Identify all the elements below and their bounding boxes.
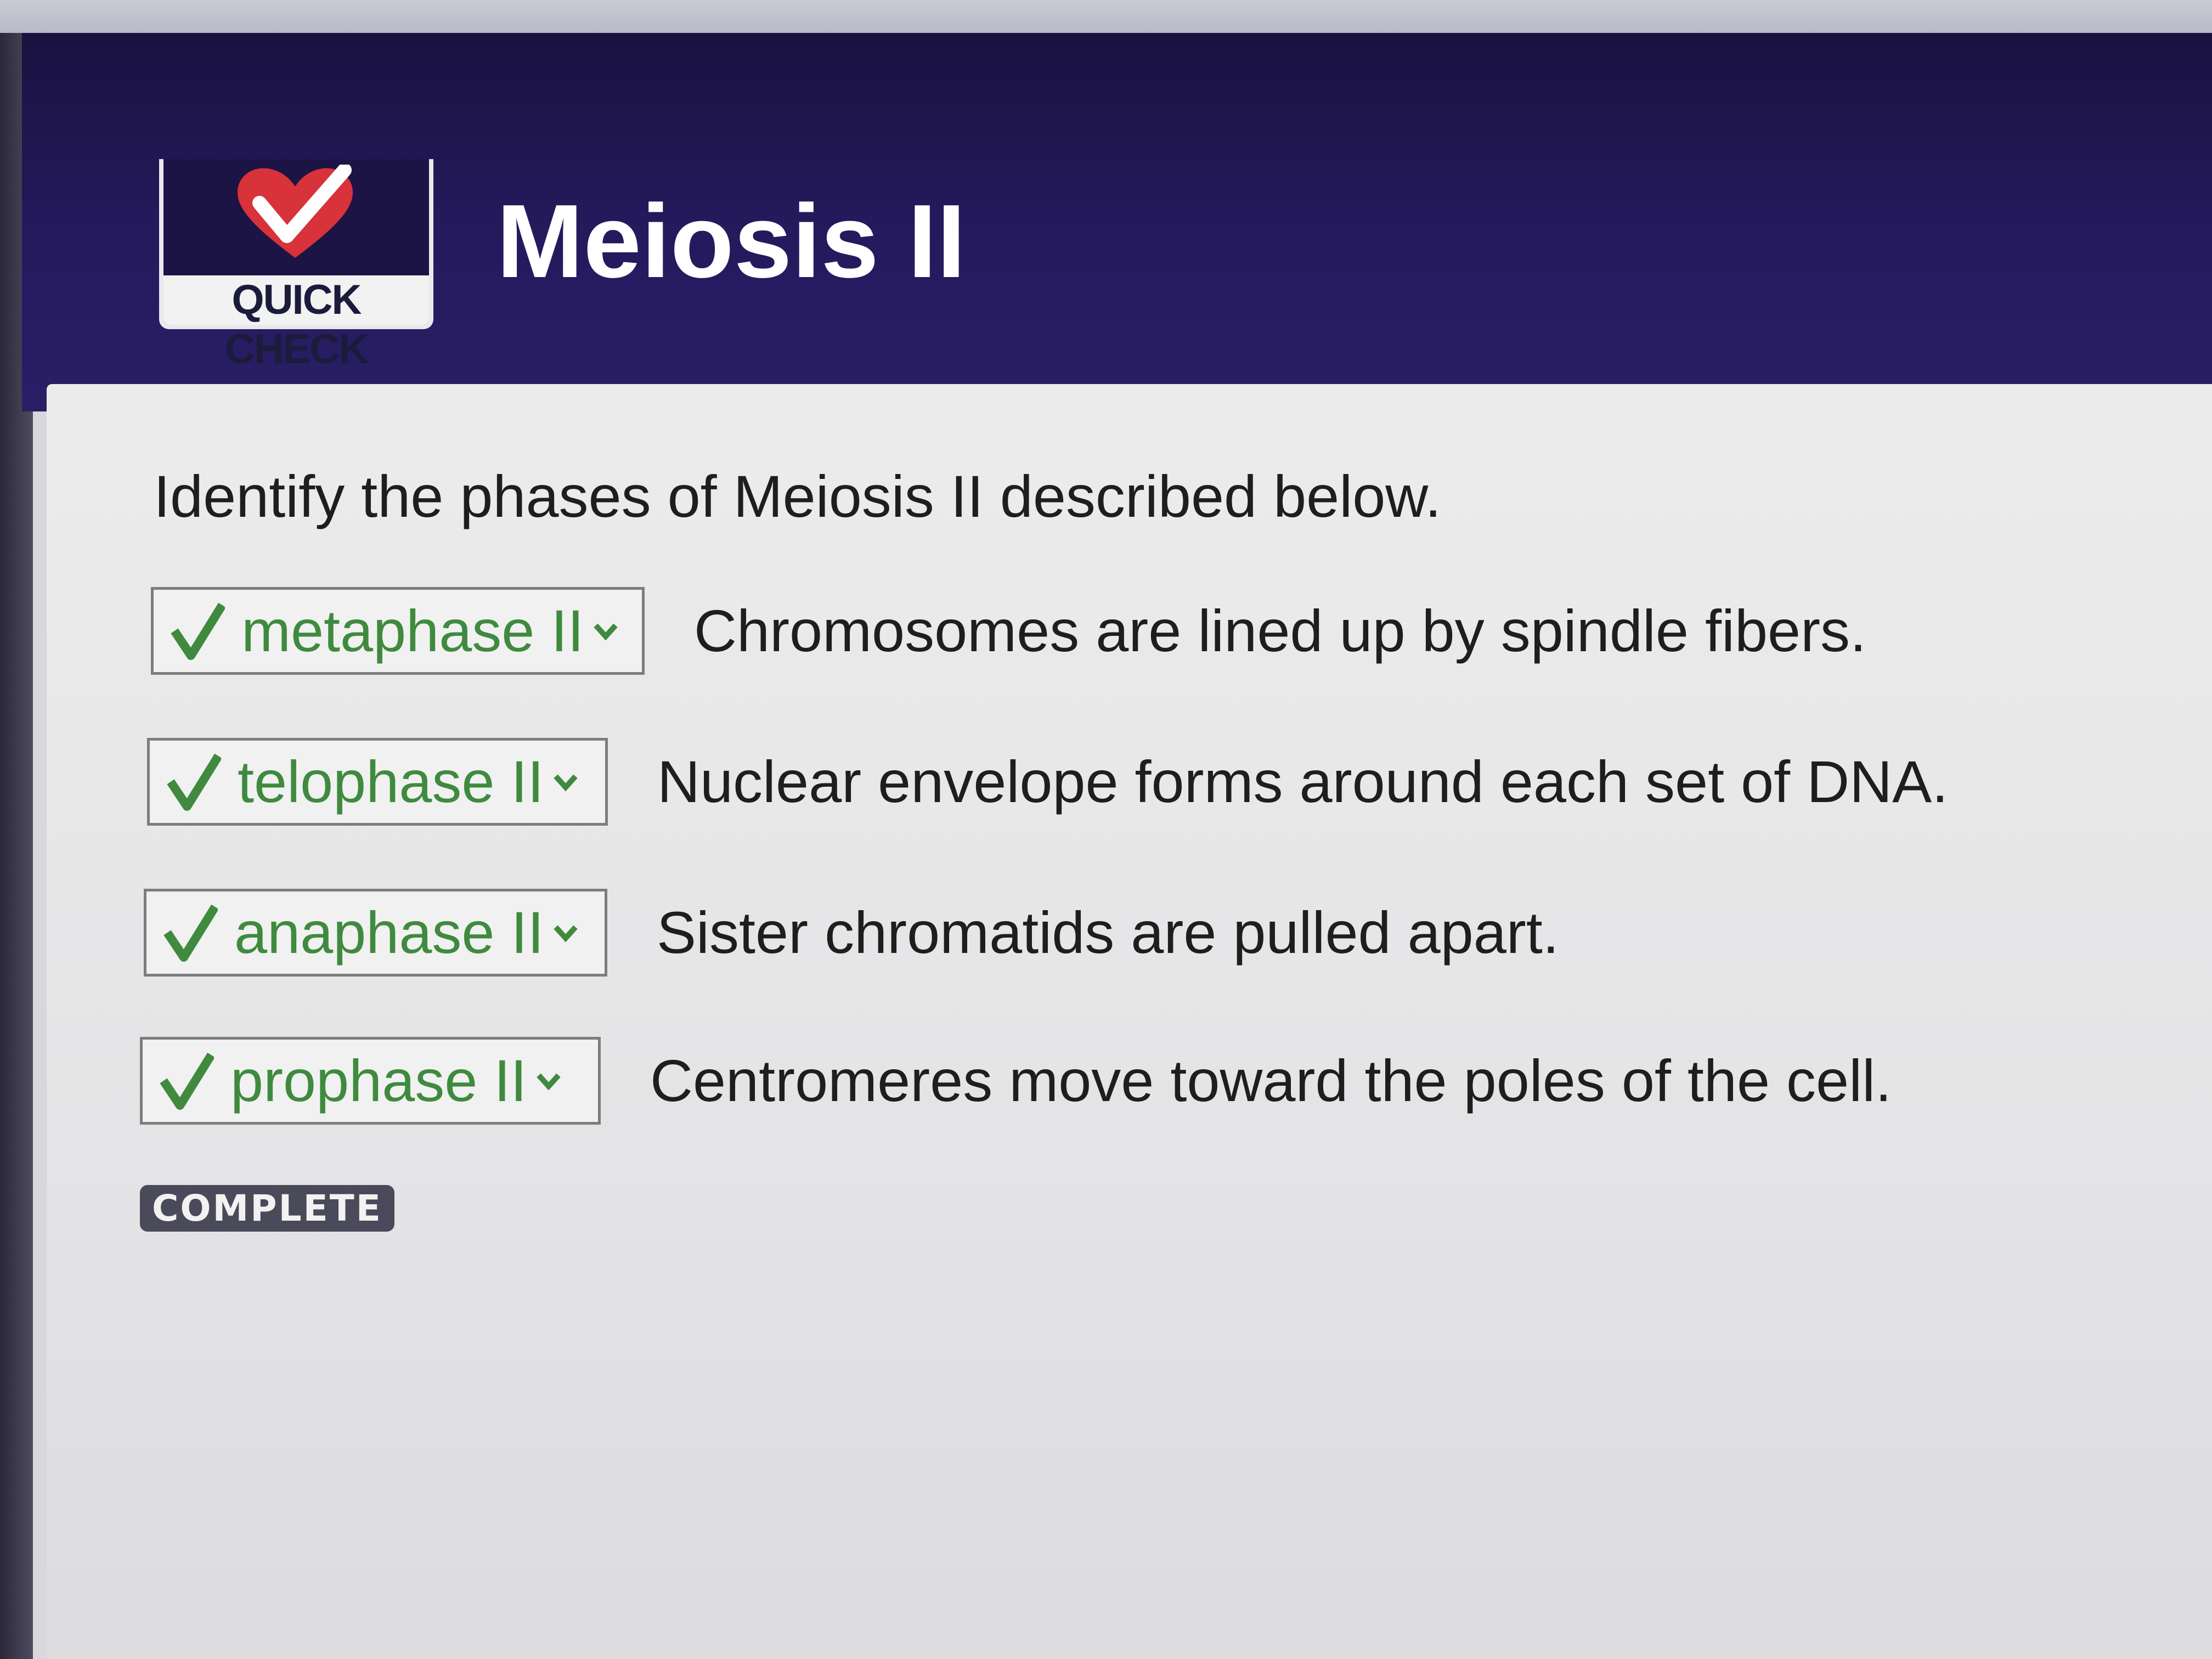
checkmark-icon bbox=[167, 753, 221, 811]
answer-dropdown[interactable]: anaphase II bbox=[144, 889, 607, 977]
monitor-bezel-top bbox=[0, 0, 2212, 33]
status-badge: COMPLETE bbox=[140, 1185, 394, 1232]
quick-check-label: QUICK CHECK bbox=[163, 275, 429, 373]
content-panel bbox=[47, 384, 2212, 1659]
chevron-down-icon bbox=[554, 925, 578, 943]
answer-value: metaphase II bbox=[241, 597, 584, 664]
question-row: telophase II Nuclear envelope forms arou… bbox=[147, 738, 1948, 826]
answer-value: anaphase II bbox=[234, 899, 544, 966]
checkmark-icon bbox=[160, 1052, 214, 1110]
question-statement: Nuclear envelope forms around each set o… bbox=[657, 748, 1949, 815]
heart-check-icon bbox=[237, 165, 353, 258]
question-statement: Sister chromatids are pulled apart. bbox=[657, 899, 1559, 966]
checkmark-icon bbox=[163, 904, 218, 962]
answer-dropdown[interactable]: telophase II bbox=[147, 738, 608, 826]
answer-dropdown[interactable]: prophase II bbox=[140, 1037, 601, 1125]
page-title: Meiosis II bbox=[496, 183, 966, 300]
answer-value: telophase II bbox=[238, 748, 544, 815]
question-statement: Centromeres move toward the poles of the… bbox=[650, 1047, 1892, 1114]
answer-value: prophase II bbox=[230, 1047, 527, 1114]
question-row: anaphase II Sister chromatids are pulled… bbox=[144, 889, 1559, 977]
chevron-down-icon bbox=[537, 1073, 561, 1091]
chevron-down-icon bbox=[554, 774, 578, 792]
quick-check-logo: QUICK CHECK bbox=[159, 159, 433, 373]
question-row: prophase II Centromeres move toward the … bbox=[140, 1037, 1892, 1125]
question-statement: Chromosomes are lined up by spindle fibe… bbox=[694, 597, 1867, 664]
answer-dropdown[interactable]: metaphase II bbox=[151, 587, 645, 675]
checkmark-icon bbox=[171, 602, 225, 660]
question-row: metaphase II Chromosomes are lined up by… bbox=[151, 587, 1866, 675]
chevron-down-icon bbox=[594, 623, 618, 641]
instruction-text: Identify the phases of Meiosis II descri… bbox=[154, 463, 1442, 529]
